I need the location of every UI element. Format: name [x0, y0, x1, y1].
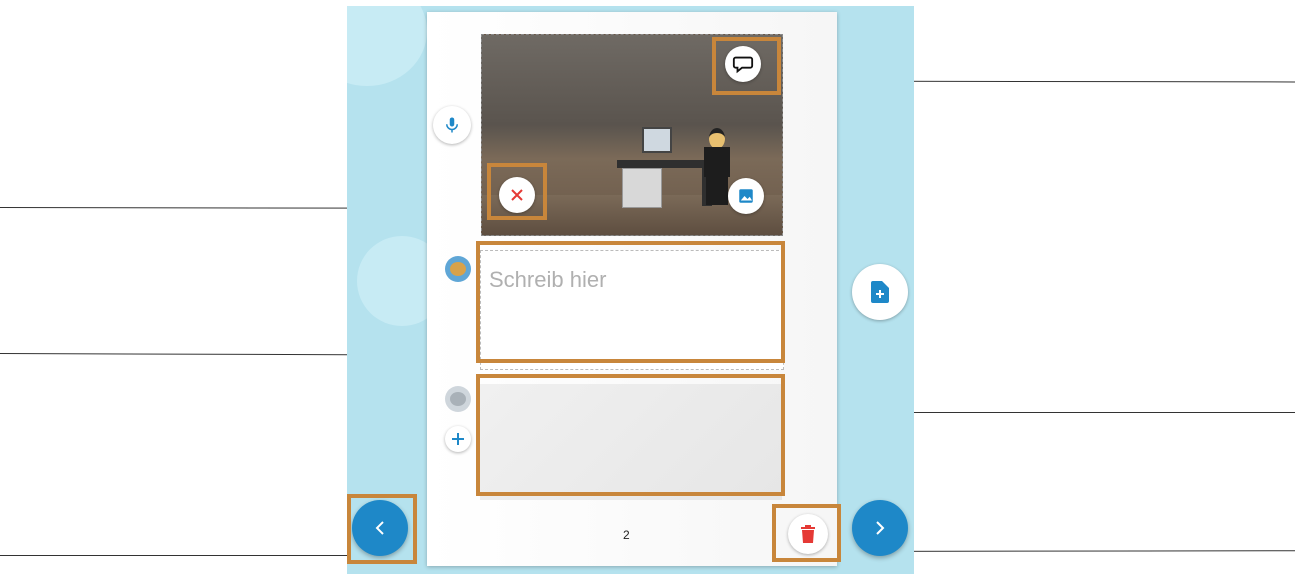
previous-page-button[interactable]: [352, 500, 408, 556]
next-page-button[interactable]: [852, 500, 908, 556]
chevron-left-icon: [375, 521, 384, 535]
plus-icon: [452, 433, 464, 445]
text-input-box[interactable]: Schreib hier: [480, 250, 784, 370]
avatar: [445, 256, 471, 282]
photo-figure-head: [709, 128, 725, 149]
avatar-face: [450, 262, 466, 276]
background-cloud: [347, 6, 427, 86]
close-icon: [511, 189, 523, 201]
trash-icon: [801, 525, 815, 543]
photo-figure-body: [704, 147, 730, 177]
photo-monitor: [642, 127, 672, 153]
avatar-inactive: [445, 386, 471, 412]
callout-line-prev: [0, 555, 360, 556]
empty-content-box[interactable]: [480, 384, 782, 500]
delete-page-button[interactable]: [788, 514, 828, 554]
page-number: 2: [623, 528, 630, 542]
text-input-placeholder: Schreib hier: [489, 267, 607, 292]
add-button[interactable]: [445, 426, 471, 452]
speech-bubble-button[interactable]: [725, 46, 761, 82]
add-page-button[interactable]: [852, 264, 908, 320]
photo-figure-legs: [706, 177, 728, 205]
image-icon: [739, 189, 753, 203]
chevron-right-icon: [876, 521, 885, 535]
change-image-button[interactable]: [728, 178, 764, 214]
editor-stage: Schreib hier 2: [347, 6, 914, 574]
microphone-icon: [446, 117, 458, 133]
remove-image-button[interactable]: [499, 177, 535, 213]
add-file-icon: [871, 281, 889, 303]
page-card: Schreib hier 2: [427, 12, 837, 566]
photo-desk: [617, 160, 717, 168]
speech-bubble-icon: [732, 56, 754, 74]
microphone-button[interactable]: [433, 106, 471, 144]
avatar-face: [450, 392, 466, 406]
photo-desk-drawer: [622, 168, 662, 208]
